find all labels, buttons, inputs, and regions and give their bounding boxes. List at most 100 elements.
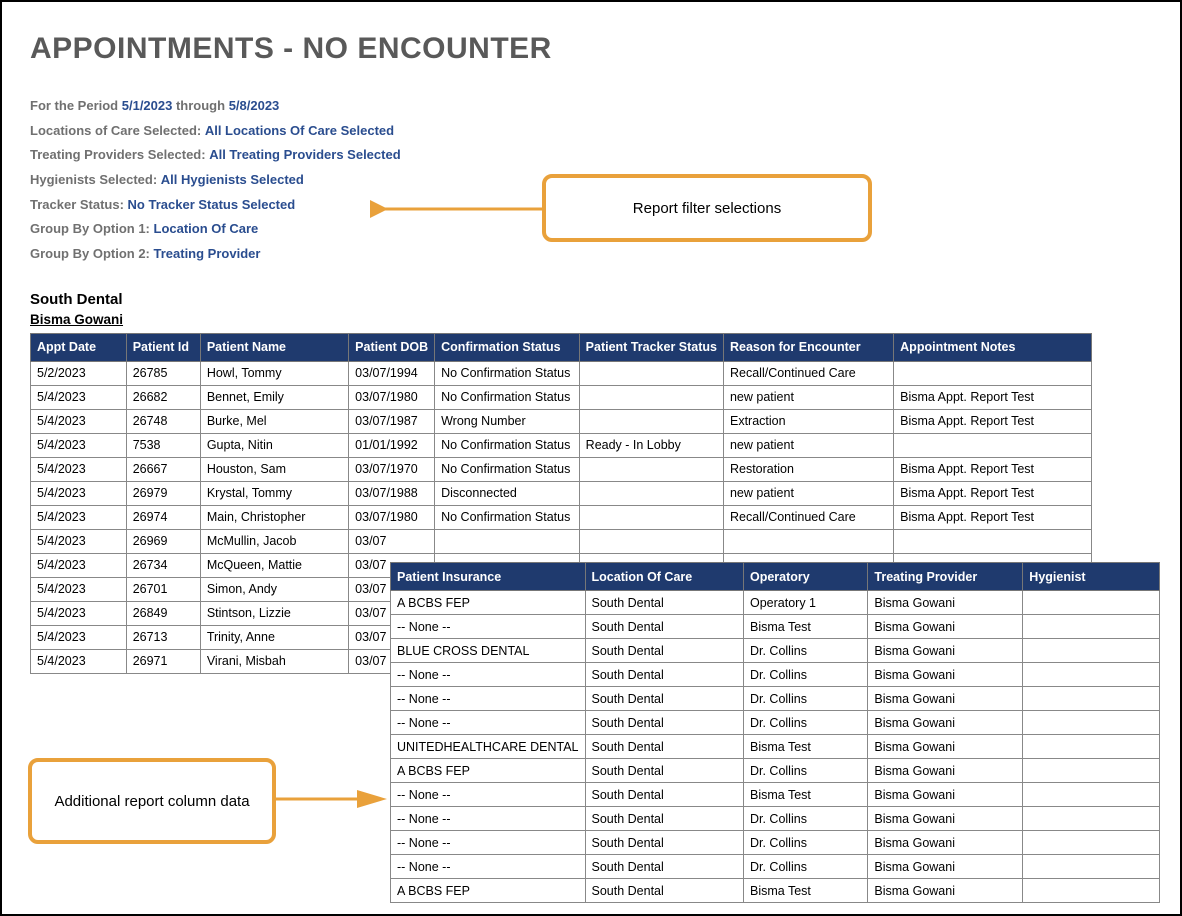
table-cell: Houston, Sam bbox=[200, 457, 348, 481]
column-header: Appt Date bbox=[31, 333, 127, 361]
table-row: 5/4/202326748Burke, Mel03/07/1987Wrong N… bbox=[31, 409, 1092, 433]
table-cell: 5/4/2023 bbox=[31, 385, 127, 409]
table-row: -- None --South DentalDr. CollinsBisma G… bbox=[391, 687, 1160, 711]
table-cell: Simon, Andy bbox=[200, 577, 348, 601]
table-cell: Krystal, Tommy bbox=[200, 481, 348, 505]
report-title: APPOINTMENTS - NO ENCOUNTER bbox=[30, 32, 1098, 66]
table-cell: 5/4/2023 bbox=[31, 505, 127, 529]
table-cell: McMullin, Jacob bbox=[200, 529, 348, 553]
table-row: -- None --South DentalDr. CollinsBisma G… bbox=[391, 807, 1160, 831]
table-row: -- None --South DentalBisma TestBisma Go… bbox=[391, 615, 1160, 639]
table-cell bbox=[1023, 807, 1160, 831]
group-heading-location: South Dental bbox=[30, 291, 1098, 308]
table-row: 5/4/20237538Gupta, Nitin01/01/1992No Con… bbox=[31, 433, 1092, 457]
callout-filter-selections: Report filter selections bbox=[542, 174, 872, 242]
table-cell: 03/07/1980 bbox=[349, 505, 435, 529]
table-cell: Dr. Collins bbox=[743, 831, 867, 855]
column-header: Patient Id bbox=[126, 333, 200, 361]
table-cell: 26682 bbox=[126, 385, 200, 409]
table-row: 5/4/202326969McMullin, Jacob03/07 bbox=[31, 529, 1092, 553]
table-cell: Trinity, Anne bbox=[200, 625, 348, 649]
callout-additional-columns: Additional report column data bbox=[28, 758, 276, 844]
table-cell: 26667 bbox=[126, 457, 200, 481]
filter-locations: Locations of Care Selected: All Location… bbox=[30, 119, 1098, 144]
table-cell: South Dental bbox=[585, 639, 743, 663]
column-header: Patient Insurance bbox=[391, 563, 586, 591]
table-cell bbox=[579, 457, 723, 481]
group-heading-provider: Bisma Gowani bbox=[30, 312, 1098, 327]
table-cell: 26713 bbox=[126, 625, 200, 649]
table-row: 5/4/202326682Bennet, Emily03/07/1980No C… bbox=[31, 385, 1092, 409]
table-row: UNITEDHEALTHCARE DENTALSouth DentalBisma… bbox=[391, 735, 1160, 759]
table-cell: Bisma Appt. Report Test bbox=[894, 505, 1092, 529]
table-cell: 26979 bbox=[126, 481, 200, 505]
table-cell: Extraction bbox=[723, 409, 893, 433]
table-cell: A BCBS FEP bbox=[391, 879, 586, 903]
table-cell: 26785 bbox=[126, 361, 200, 385]
table-cell: 5/4/2023 bbox=[31, 649, 127, 673]
column-header: Reason for Encounter bbox=[723, 333, 893, 361]
table-cell: Bisma Appt. Report Test bbox=[894, 481, 1092, 505]
table-cell: -- None -- bbox=[391, 663, 586, 687]
filter-period: For the Period 5/1/2023 through 5/8/2023 bbox=[30, 94, 1098, 119]
table-cell: Bisma Gowani bbox=[868, 879, 1023, 903]
filter-group1-label: Group By Option 1: bbox=[30, 221, 154, 236]
table-cell: South Dental bbox=[585, 615, 743, 639]
table-cell: -- None -- bbox=[391, 615, 586, 639]
table-cell: Bisma Gowani bbox=[868, 711, 1023, 735]
table-cell bbox=[1023, 759, 1160, 783]
table-cell: Virani, Misbah bbox=[200, 649, 348, 673]
table-cell: No Confirmation Status bbox=[435, 361, 580, 385]
column-header: Patient Tracker Status bbox=[579, 333, 723, 361]
table-cell: Bisma Gowani bbox=[868, 663, 1023, 687]
table-cell: Bisma Appt. Report Test bbox=[894, 385, 1092, 409]
table-cell: Ready - In Lobby bbox=[579, 433, 723, 457]
table-row: A BCBS FEPSouth DentalBisma TestBisma Go… bbox=[391, 879, 1160, 903]
table-row: A BCBS FEPSouth DentalDr. CollinsBisma G… bbox=[391, 759, 1160, 783]
table-cell: new patient bbox=[723, 433, 893, 457]
table-row: -- None --South DentalDr. CollinsBisma G… bbox=[391, 711, 1160, 735]
table-cell: Dr. Collins bbox=[743, 711, 867, 735]
table-cell: Bisma Test bbox=[743, 615, 867, 639]
table-cell: Dr. Collins bbox=[743, 663, 867, 687]
filter-treating-label: Treating Providers Selected: bbox=[30, 147, 209, 162]
column-header: Treating Provider bbox=[868, 563, 1023, 591]
table-cell: 03/07 bbox=[349, 529, 435, 553]
table-cell bbox=[579, 505, 723, 529]
table-cell: South Dental bbox=[585, 711, 743, 735]
table-cell: 26971 bbox=[126, 649, 200, 673]
filter-group2: Group By Option 2: Treating Provider bbox=[30, 242, 1098, 267]
table-cell: 03/07/1987 bbox=[349, 409, 435, 433]
table-cell bbox=[1023, 831, 1160, 855]
table-cell bbox=[1023, 615, 1160, 639]
table-cell bbox=[1023, 879, 1160, 903]
table-cell: South Dental bbox=[585, 855, 743, 879]
table-cell bbox=[1023, 591, 1160, 615]
filter-period-mid: through bbox=[172, 98, 228, 113]
filter-period-start: 5/1/2023 bbox=[122, 98, 173, 113]
table-row: -- None --South DentalBisma TestBisma Go… bbox=[391, 783, 1160, 807]
table-cell bbox=[1023, 735, 1160, 759]
table-cell: 5/4/2023 bbox=[31, 577, 127, 601]
table-cell bbox=[1023, 639, 1160, 663]
table-row: A BCBS FEPSouth DentalOperatory 1Bisma G… bbox=[391, 591, 1160, 615]
table-cell: 03/07/1970 bbox=[349, 457, 435, 481]
table-cell: Bisma Gowani bbox=[868, 783, 1023, 807]
table-cell: new patient bbox=[723, 481, 893, 505]
filter-tracker-value: No Tracker Status Selected bbox=[128, 197, 296, 212]
table-cell: Bisma Test bbox=[743, 783, 867, 807]
table-cell bbox=[894, 529, 1092, 553]
table-cell: Restoration bbox=[723, 457, 893, 481]
table-cell: 7538 bbox=[126, 433, 200, 457]
table-cell: South Dental bbox=[585, 783, 743, 807]
table-cell bbox=[1023, 711, 1160, 735]
table-cell: South Dental bbox=[585, 807, 743, 831]
filter-locations-value: All Locations Of Care Selected bbox=[205, 123, 394, 138]
table-cell: Dr. Collins bbox=[743, 759, 867, 783]
table-cell bbox=[435, 529, 580, 553]
table-cell: -- None -- bbox=[391, 807, 586, 831]
table-cell: 26748 bbox=[126, 409, 200, 433]
page-border: APPOINTMENTS - NO ENCOUNTER For the Peri… bbox=[0, 0, 1182, 916]
table-cell: 5/4/2023 bbox=[31, 433, 127, 457]
table-body: A BCBS FEPSouth DentalOperatory 1Bisma G… bbox=[391, 591, 1160, 903]
